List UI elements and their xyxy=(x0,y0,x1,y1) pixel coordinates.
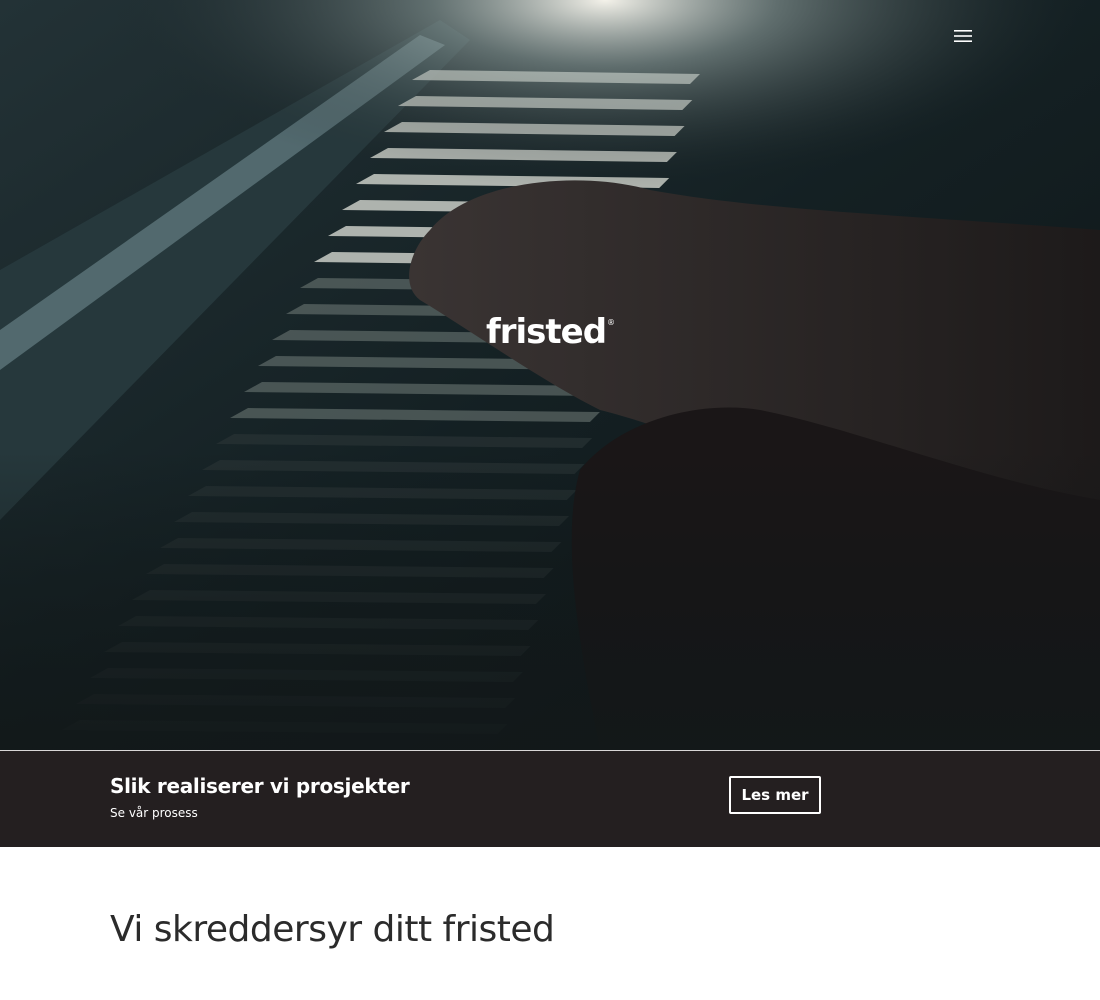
hero-section: fristed® xyxy=(0,0,1100,750)
menu-button[interactable] xyxy=(946,22,980,50)
cta-subtitle: Se vår prosess xyxy=(110,806,198,820)
main-content: Vi skreddersyr ditt fristed xyxy=(0,847,1100,1000)
section-heading: Vi skreddersyr ditt fristed xyxy=(110,909,555,950)
hero-piano-image xyxy=(0,0,1100,750)
logo-text: fristed xyxy=(485,312,607,352)
registered-mark: ® xyxy=(607,318,615,327)
process-cta-bar: Slik realiserer vi prosjekter Se vår pro… xyxy=(0,751,1100,847)
fristed-logo[interactable]: fristed® xyxy=(0,312,1100,352)
read-more-button[interactable]: Les mer xyxy=(729,776,821,814)
hamburger-menu-icon xyxy=(954,30,972,42)
cta-title: Slik realiserer vi prosjekter xyxy=(110,774,410,798)
